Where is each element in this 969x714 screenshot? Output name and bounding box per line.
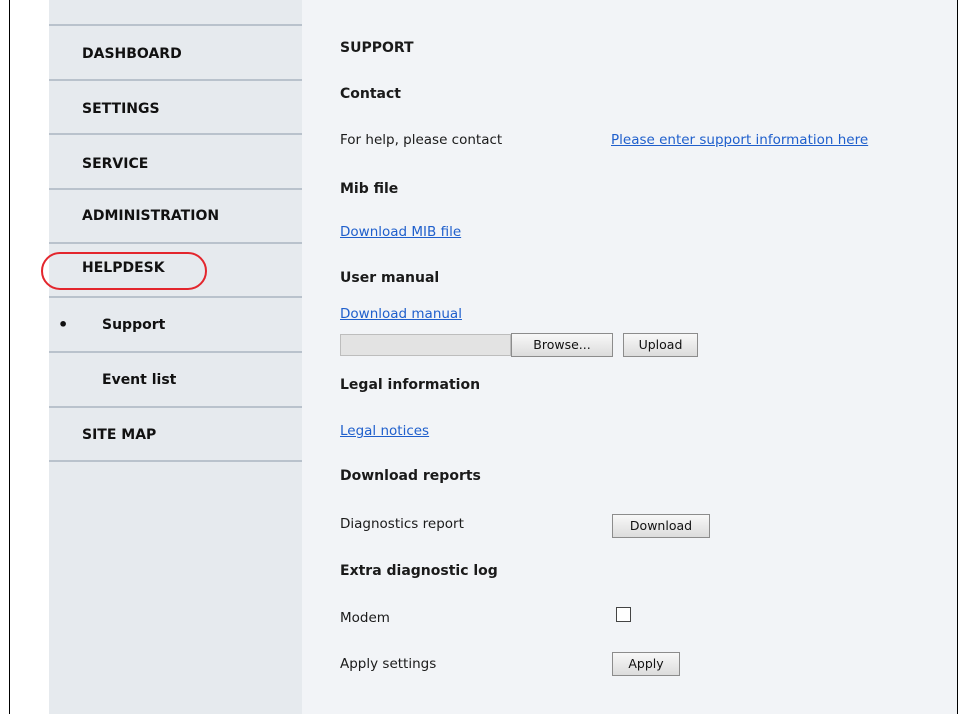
reports-heading: Download reports [340,468,481,484]
sidebar-item-label: SETTINGS [82,101,160,117]
sidebar-item-label: ADMINISTRATION [82,208,220,224]
sidebar-item-dashboard[interactable]: DASHBOARD [49,34,302,74]
contact-label: For help, please contact [340,132,503,148]
nav-separator [49,188,302,190]
legal-heading: Legal information [340,377,481,393]
sidebar-item-label: DASHBOARD [82,46,182,62]
sidebar-item-settings[interactable]: SETTINGS [49,89,302,129]
extra-log-heading: Extra diagnostic log [340,563,498,579]
apply-settings-label: Apply settings [340,656,437,672]
modem-label: Modem [340,610,390,626]
download-manual-link[interactable]: Download manual [340,306,462,322]
sidebar-item-event-list[interactable]: Event list [49,361,302,401]
modem-checkbox[interactable] [616,607,631,622]
active-bullet-icon: • [58,315,69,334]
sidebar-item-label: Event list [102,372,177,388]
helpdesk-highlight-circle [41,252,207,290]
nav-separator [49,133,302,135]
upload-button[interactable]: Upload [623,333,698,357]
page-title: SUPPORT [340,40,414,56]
frame-border-right [957,0,958,714]
nav-separator [49,296,302,298]
sidebar-item-label: SERVICE [82,156,149,172]
sidebar-item-service[interactable]: SERVICE [49,143,302,183]
manual-heading: User manual [340,270,440,286]
nav-separator [49,406,302,408]
sidebar-item-support[interactable]: • Support [49,307,302,347]
legal-notices-link[interactable]: Legal notices [340,423,429,439]
browse-button[interactable]: Browse... [511,333,613,357]
nav-separator [49,460,302,462]
download-report-button[interactable]: Download [612,514,710,538]
nav-separator [49,24,302,26]
download-mib-link[interactable]: Download MIB file [340,224,461,240]
nav-separator [49,79,302,81]
apply-button[interactable]: Apply [612,652,680,676]
file-path-field[interactable] [340,334,511,356]
mib-heading: Mib file [340,181,399,197]
nav-separator [49,242,302,244]
sidebar-item-site-map[interactable]: SITE MAP [49,416,302,456]
nav-separator [49,351,302,353]
sidebar-item-label: SITE MAP [82,427,157,443]
diagnostics-report-label: Diagnostics report [340,516,464,532]
sidebar-nav: DASHBOARD SETTINGS SERVICE ADMINISTRATIO… [49,0,302,714]
contact-heading: Contact [340,86,401,102]
sidebar-item-label: Support [102,317,166,333]
frame-border-left [9,0,10,714]
support-info-link[interactable]: Please enter support information here [611,132,868,148]
sidebar-item-administration[interactable]: ADMINISTRATION [49,198,302,238]
